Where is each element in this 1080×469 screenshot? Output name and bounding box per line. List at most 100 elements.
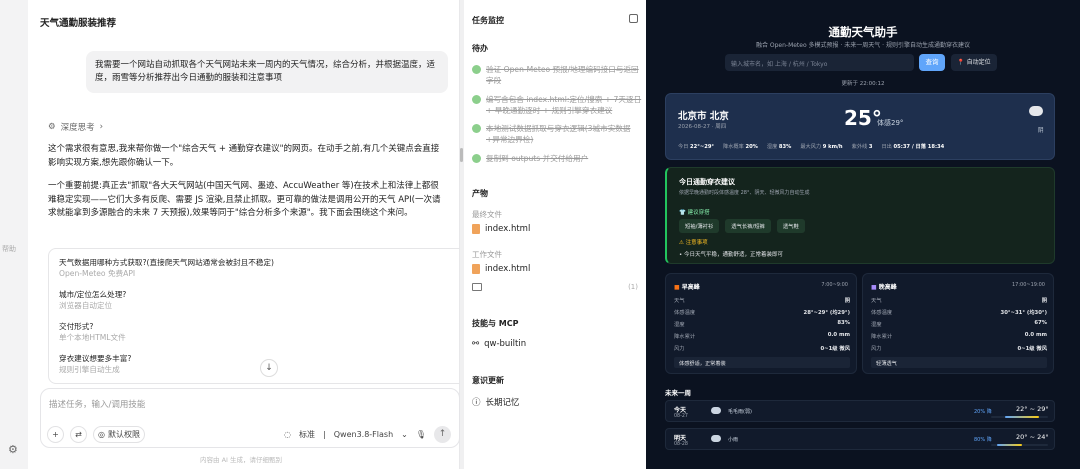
skill-item[interactable]: ⚯ qw-builtin [472,339,526,349]
info-icon: ⓘ [472,398,481,408]
day-date: 08-27 [674,414,688,419]
peak-row: 体感温度 30°~31° (均30°) [871,310,1047,316]
stat-item: 今日 22°~29° [678,144,715,150]
chevron-down-icon[interactable]: ⌄ [401,430,408,439]
peak-row: 体感温度 28°~29° (均29°) [674,310,850,316]
left-rail: 帮助 ⚙ [0,0,28,469]
day-date: 08-28 [674,442,688,447]
forecast-day-row[interactable]: 明天 08-28 小雨 80% 降 20° ~ 24° [665,428,1055,450]
folder-row[interactable]: (1) [472,283,642,293]
answer-text[interactable]: 规则引擎自动生成 [59,364,456,375]
resize-handle[interactable] [460,148,463,162]
day-name: 今天 [674,407,687,414]
tools-icon[interactable]: ⇄ [70,426,87,443]
query-button[interactable]: 查询 [919,54,945,71]
current-stats: 今日 22°~29° 降水概率 20% 湿度 83% 最大风力 9 km/h 紫… [678,143,944,150]
add-button[interactable]: + [47,426,64,443]
day-precip: 20% 降 [974,409,992,415]
day-precip: 80% 降 [974,437,992,443]
weather-dashboard: 通勤天气助手 融合 Open-Meteo 多模式预报 · 未来一周天气 · 规则… [646,0,1080,469]
todo-text: 复制到 outputs 并交付给用户 [486,154,589,163]
current-condition: 阴 [1038,128,1044,134]
answer-text[interactable]: 单个本地HTML文件 [59,332,456,343]
peak-title: ■ 早高峰 [674,284,700,291]
permission-button[interactable]: ◎ 默认权限 [93,426,145,443]
task-monitor-title: 任务监控 [472,16,504,25]
question-text: 交付形式? [59,322,94,331]
check-icon [472,95,481,104]
help-label[interactable]: 帮助 [2,244,16,254]
mode-label[interactable]: 标准 [299,429,315,440]
attention-heading: ⚠ 注意事项 [679,240,708,246]
work-file-item[interactable]: index.html [472,264,530,274]
city-search-input[interactable]: 输入城市名，如 上海 / 杭州 / Tokyo [725,54,914,71]
clothing-heading: 👕 建议穿搭 [679,210,710,216]
plug-icon: ⚯ [472,339,480,349]
separator: | [323,430,326,439]
send-button[interactable]: ↑ [434,426,451,443]
clothing-chip: 短袖/薄衬衫 [679,219,720,233]
peak-tip: 轻薄透气 [871,357,1047,368]
skill-name: qw-builtin [484,339,527,349]
temp-range-bar [991,416,1048,418]
peak-tip: 体感舒适，正常着装 [674,357,850,368]
peak-time: 17:00~19:00 [1011,282,1045,288]
artifacts-heading: 产物 [472,189,488,198]
stat-item: 最大风力 9 km/h [800,144,843,150]
latest-file-item[interactable]: index.html [472,224,530,234]
auto-locate-button[interactable]: 📍 自动定位 [951,54,997,71]
question-text: 穿衣建议想要多丰富? [59,354,132,363]
day-name: 明天 [674,435,687,442]
assistant-paragraph-1: 这个需求很有意思,我来帮你做一个"综合天气 + 通勤穿衣建议"的网页。在动手之前… [48,144,440,168]
attention-item: • 今日天气平稳，通勤舒适，正常着装即可 [679,252,784,258]
answer-text[interactable]: Open-Meteo 免费API [59,268,456,279]
forecast-day-row[interactable]: 今天 08-27 毛毛雨(弱) 20% 降 22° ~ 29° [665,400,1055,422]
city-name: 北京市 北京 [678,111,729,122]
file-icon [472,224,480,234]
day-condition: 毛毛雨(弱) [728,409,752,415]
panel-toggle-icon[interactable] [629,14,638,23]
day-temp-range: 20° ~ 24° [1016,433,1049,441]
model-selector[interactable]: Qwen3.8-Flash [334,430,393,439]
thinking-icon: ⚙ [48,122,56,132]
check-icon [472,65,481,74]
evening-peak-card: ■ 晚高峰 17:00~19:00 天气阴 体感温度 30°~31° (均30°)… [862,273,1054,374]
chat-title: 天气通勤服装推荐 [40,18,117,29]
loading-icon: ◌ [284,430,292,439]
peak-title: ■ 晚高峰 [871,284,897,291]
feels-like: 体感29° [877,119,904,127]
current-date: 2026-08-27 · 周四 [678,124,727,130]
thinking-toggle[interactable]: ⚙ 深度思考 › [48,121,103,133]
file-icon [472,264,480,274]
dashboard-title: 通勤天气助手 [828,25,898,39]
peak-row: 风力 0~1级 微风 [871,346,1047,352]
memory-item[interactable]: ⓘ 长期记忆 [472,396,520,408]
stat-item: 紫外线 3 [851,144,873,150]
todo-item: 验证 Open-Meteo 预报/地理编码接口与返回字段 [472,64,642,86]
todo-text: 验证 Open-Meteo 预报/地理编码接口与返回字段 [486,65,639,85]
day-temp-range: 22° ~ 29° [1016,405,1049,413]
ai-disclaimer: 内容由 AI 生成，请仔细甄别 [200,456,282,464]
todo-item: 复制到 outputs 并交付给用户 [472,153,642,164]
gear-icon[interactable]: ⚙ [8,443,18,456]
day-condition: 小雨 [728,437,739,443]
chat-input-box[interactable]: 描述任务，输入/调用技能 + ⇄ ◎ 默认权限 ◌ 标准 | Qwen3.8-F… [40,388,460,448]
folder-count: (1) [628,283,638,291]
morning-peak-card: ■ 早高峰 7:00~9:00 天气阴 体感温度 28°~29° (均29°) 湿… [665,273,857,374]
advice-subtitle: 依据早晚通勤时段体感温度 28°、阴天、轻微风力自动生成 [679,190,810,196]
weather-icon [711,435,721,442]
weather-icon [711,407,721,414]
folder-icon [472,283,482,291]
latest-file-label: 最终文件 [472,210,502,219]
updated-time: 更新于 22:00:12 [841,81,885,87]
chat-panel: 天气通勤服装推荐 我需要一个网站自动抓取各个天气网站未来一周内的天气情况，综合分… [28,0,467,469]
answer-text[interactable]: 浏览器自动定位 [59,300,456,311]
clothing-chip: 透气长裤/短裤 [725,219,771,233]
peak-time: 7:00~9:00 [821,282,848,288]
mic-icon[interactable]: 🎙 [416,430,426,439]
chat-input-placeholder[interactable]: 描述任务，输入/调用技能 [49,398,145,410]
clothing-chip: 透气鞋 [776,219,805,233]
assistant-paragraph-2: 一个重要前提:真正去"抓取"各大天气网站(中国天气网、墨迹、AccuWeathe… [48,181,441,218]
scroll-down-button[interactable]: ↓ [260,359,278,377]
thinking-label: 深度思考 [60,123,95,133]
